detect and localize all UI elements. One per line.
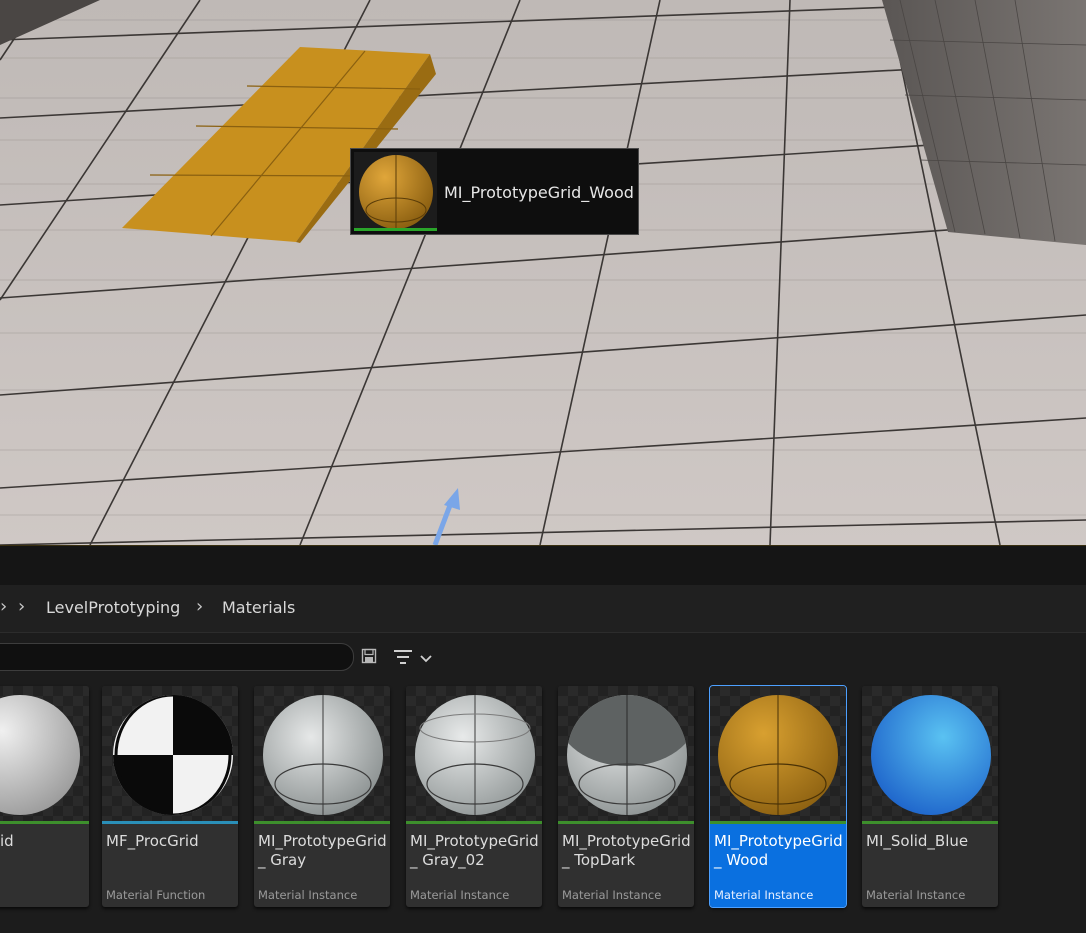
- wood-grid-sphere-icon: [710, 686, 846, 823]
- asset-title: MF_ProcGrid: [106, 832, 199, 850]
- asset-title: MI_Solid_Blue: [866, 832, 969, 850]
- asset-type: Material Instance: [714, 888, 814, 902]
- asset-title: MI_PrototypeGrid_ Wood: [714, 832, 843, 869]
- filter-icon[interactable]: [393, 648, 413, 670]
- blue-sphere-icon: [862, 686, 998, 823]
- search-input[interactable]: [0, 643, 354, 671]
- asset-type: Material Instance: [866, 888, 966, 902]
- drag-asset-tooltip: MI_PrototypeGrid_Wood: [350, 148, 639, 235]
- breadcrumb-item-levelprototyping[interactable]: LevelPrototyping: [46, 598, 180, 617]
- drag-asset-name: MI_PrototypeGrid_Wood: [444, 183, 634, 202]
- content-browser-tab-bar: [0, 545, 1086, 586]
- content-browser-toolbar: [0, 633, 1086, 681]
- asset-title: id: [0, 832, 14, 850]
- asset-tile-mi-solid-blue[interactable]: MI_Solid_Blue Material Instance: [862, 686, 998, 907]
- asset-type: Material Instance: [562, 888, 662, 902]
- asset-tile-mi-prototypegrid-gray-02[interactable]: MI_PrototypeGrid_ Gray_02 Material Insta…: [406, 686, 542, 907]
- save-icon[interactable]: [361, 648, 377, 668]
- gray02-grid-sphere-icon: [406, 686, 542, 823]
- breadcrumb-item-materials[interactable]: Materials: [222, 598, 295, 617]
- gray-grid-sphere-icon: [254, 686, 390, 823]
- asset-title: MI_PrototypeGrid_ TopDark: [562, 832, 691, 869]
- topdark-grid-sphere-icon: [558, 686, 694, 823]
- asset-tile-mf-procgrid[interactable]: MF_ProcGrid Material Function: [102, 686, 238, 907]
- asset-type: Material Instance: [410, 888, 510, 902]
- asset-tile-mi-prototypegrid-topdark[interactable]: MI_PrototypeGrid_ TopDark Material Insta…: [558, 686, 694, 907]
- procgrid-sphere-icon: [102, 686, 238, 823]
- level-viewport[interactable]: MI_PrototypeGrid_Wood: [0, 0, 1086, 545]
- asset-tile-mi-prototypegrid-gray[interactable]: MI_PrototypeGrid_ Gray Material Instance: [254, 686, 390, 907]
- chevron-right-icon: ›: [18, 596, 26, 617]
- gray-sphere-icon: [0, 686, 89, 823]
- asset-type: Material Function: [106, 888, 206, 902]
- viewport-scene: [0, 0, 1086, 545]
- chevron-down-icon[interactable]: [419, 650, 433, 669]
- chevron-right-icon[interactable]: ›: [196, 596, 203, 617]
- asset-type: Material Instance: [258, 888, 358, 902]
- content-browser: › › LevelPrototyping › Materials id MF_P…: [0, 545, 1086, 933]
- asset-title: MI_PrototypeGrid_ Gray_02: [410, 832, 539, 869]
- wood-sphere-icon: [354, 152, 437, 231]
- chevron-right-icon: ›: [0, 596, 8, 617]
- breadcrumb: › › LevelPrototyping › Materials: [0, 585, 1086, 633]
- asset-title: MI_PrototypeGrid_ Gray: [258, 832, 387, 869]
- asset-tile-procgrid-material[interactable]: id: [0, 686, 89, 907]
- asset-tile-mi-prototypegrid-wood[interactable]: MI_PrototypeGrid_ Wood Material Instance: [709, 685, 847, 908]
